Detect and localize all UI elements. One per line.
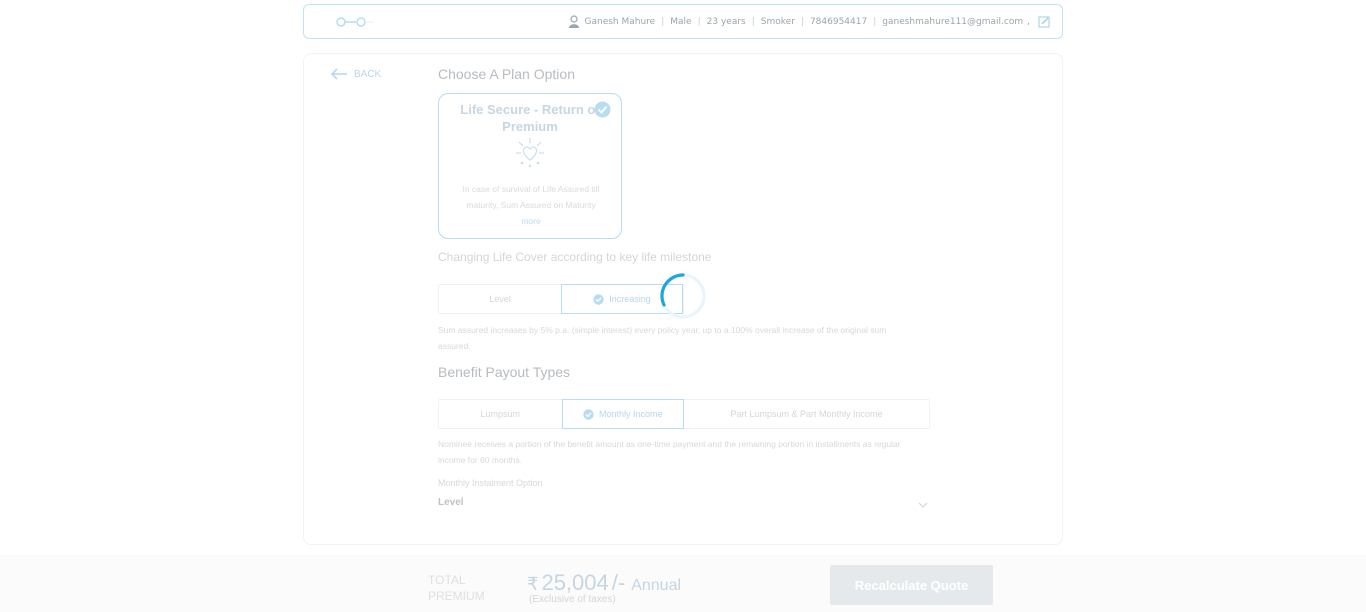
plan-description-text: In case of survival of Life Assured till… bbox=[462, 184, 600, 210]
user-gender: Male bbox=[670, 16, 692, 27]
check-circle-icon bbox=[593, 293, 604, 305]
brand-logo bbox=[336, 17, 374, 27]
payout-option-part-lumpsum[interactable]: Part Lumpsum & Part Monthly Income bbox=[684, 400, 929, 428]
user-phone: 7846954417 bbox=[809, 16, 868, 27]
cover-note: Sum assured increases by 5% p.a. (simple… bbox=[438, 325, 887, 351]
user-smoker-status: Smoker bbox=[760, 16, 795, 27]
separator-comma: , bbox=[1027, 16, 1030, 27]
chevron-down-icon[interactable] bbox=[918, 501, 928, 509]
cover-type-toggle: Level Increasing bbox=[438, 284, 684, 314]
person-icon bbox=[568, 14, 579, 28]
premium-amount: ₹ 25,004 /- Annual bbox=[527, 570, 681, 596]
divider: | bbox=[800, 16, 804, 27]
tax-note: (Exclusive of taxes) bbox=[529, 594, 616, 605]
plan-section-title: Choose A Plan Option bbox=[438, 66, 575, 82]
user-age: 23 years bbox=[706, 16, 746, 27]
back-label: BACK bbox=[354, 68, 382, 80]
installment-label: Monthly Instalment Option bbox=[438, 478, 543, 488]
arrow-left-icon bbox=[330, 68, 347, 80]
recalculate-quote-button[interactable]: Recalculate Quote bbox=[830, 565, 993, 605]
plan-name: Life Secure - Return of Premium bbox=[460, 102, 600, 134]
back-button[interactable]: BACK bbox=[330, 68, 381, 80]
payout-section-title: Benefit Payout Types bbox=[438, 364, 571, 380]
divider: | bbox=[751, 16, 755, 27]
user-info-bar: Ganesh Mahure | Male | 23 years | Smoker… bbox=[303, 4, 1063, 39]
payout-option-lumpsum[interactable]: Lumpsum bbox=[439, 400, 562, 428]
divider: | bbox=[661, 16, 665, 27]
currency-symbol: ₹ bbox=[527, 574, 539, 594]
loading-spinner-icon bbox=[660, 273, 706, 319]
total-label-line1: TOTAL bbox=[428, 573, 466, 587]
heart-shield-icon bbox=[516, 138, 544, 168]
user-details: Ganesh Mahure | Male | 23 years | Smoker… bbox=[568, 5, 1051, 38]
installment-select[interactable]: Level bbox=[438, 497, 464, 508]
payout-type-toggle: Lumpsum Monthly Income Part Lumpsum & Pa… bbox=[438, 399, 930, 429]
cover-option-increasing-label: Increasing bbox=[609, 294, 651, 304]
cover-section-title: Changing Life Cover according to key lif… bbox=[438, 250, 712, 264]
premium-footer: TOTAL PREMIUM ₹ 25,004 /- Annual (Exclus… bbox=[0, 555, 1366, 612]
divider: | bbox=[873, 16, 877, 27]
check-circle-icon bbox=[594, 101, 611, 118]
payout-option-monthly-income[interactable]: Monthly Income bbox=[561, 399, 684, 429]
plan-option-card[interactable]: Life Secure - Return of Premium In case … bbox=[438, 93, 622, 239]
payout-note: Nominee receives a portion of the benefi… bbox=[438, 439, 901, 465]
total-premium-label: TOTAL PREMIUM bbox=[428, 572, 485, 604]
edit-icon[interactable] bbox=[1038, 16, 1050, 28]
premium-suffix: /- bbox=[611, 570, 626, 595]
divider: | bbox=[697, 16, 701, 27]
user-email: ganeshmahure111@gmail.com bbox=[882, 16, 1024, 27]
cover-option-level[interactable]: Level bbox=[439, 285, 561, 313]
user-name: Ganesh Mahure bbox=[584, 16, 656, 27]
more-link[interactable]: more bbox=[521, 216, 540, 226]
payout-option-monthly-income-label: Monthly Income bbox=[598, 409, 663, 419]
premium-value: 25,004 bbox=[541, 570, 609, 595]
total-label-line2: PREMIUM bbox=[428, 589, 485, 603]
premium-frequency: Annual bbox=[631, 577, 682, 594]
check-circle-icon bbox=[583, 408, 594, 420]
plan-description: In case of survival of Life Assured till… bbox=[449, 181, 613, 229]
